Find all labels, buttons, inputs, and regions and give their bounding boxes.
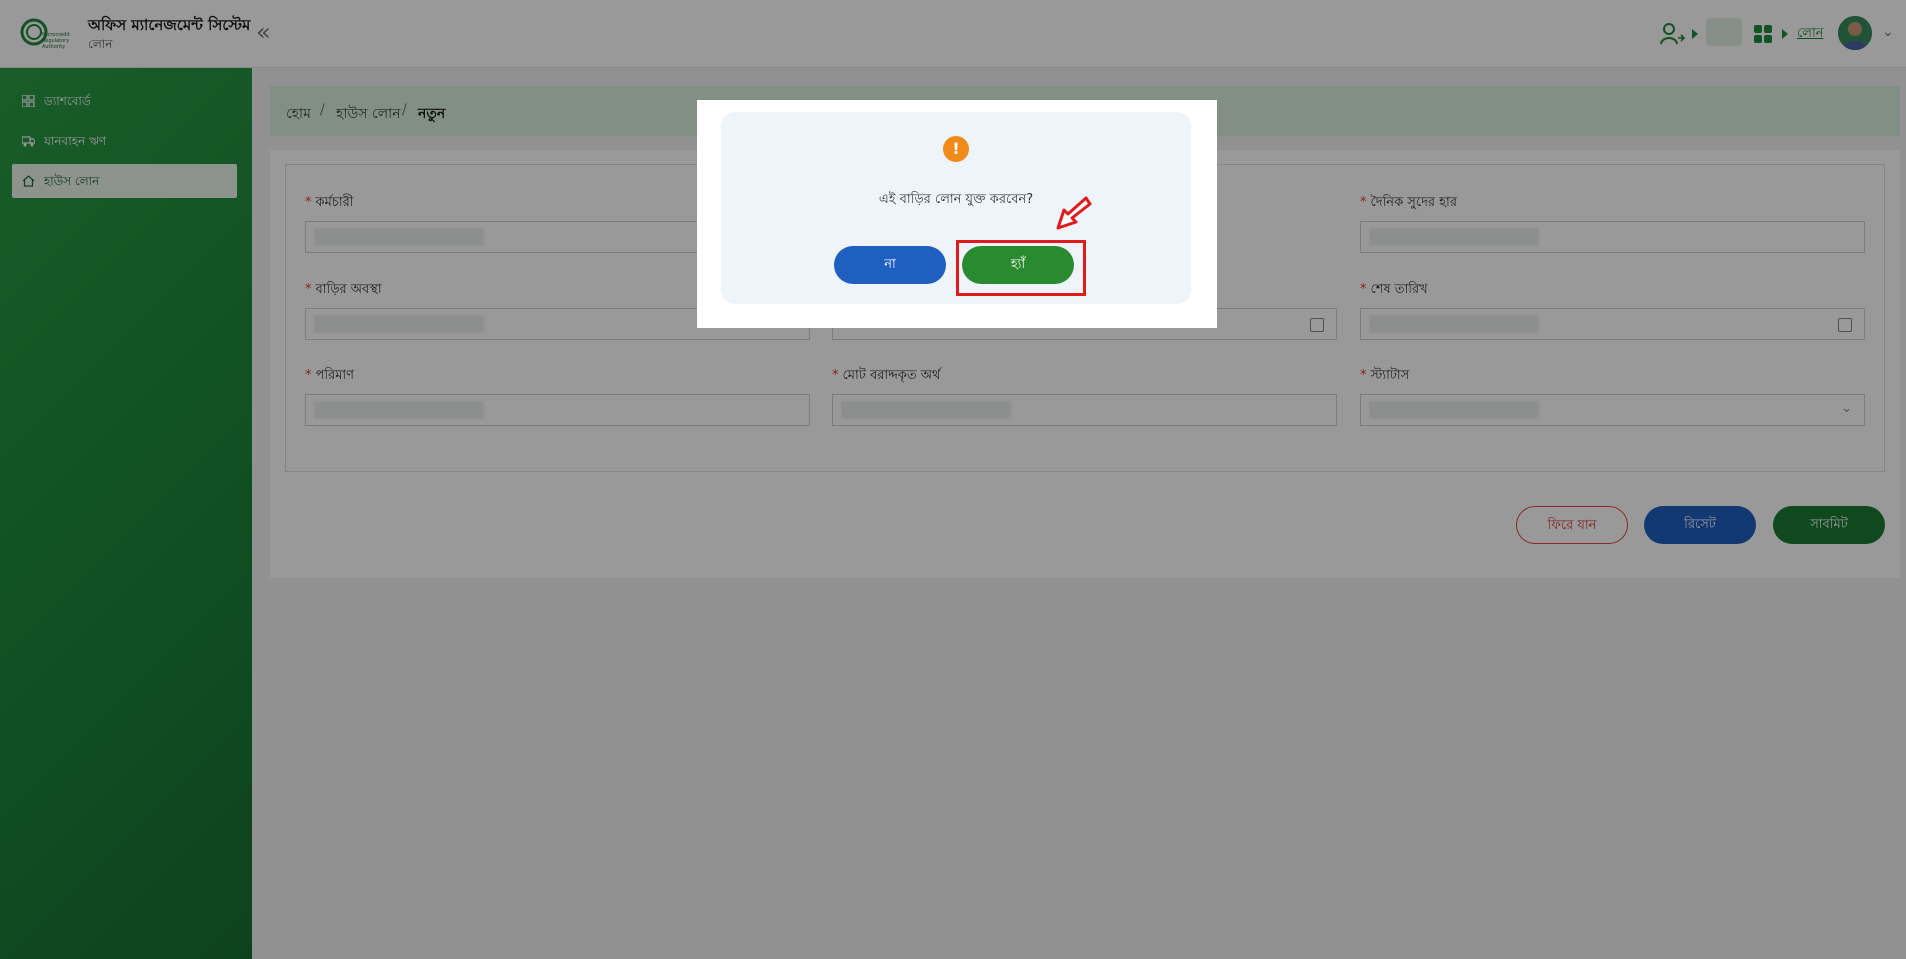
confirm-no-button[interactable]: না xyxy=(834,246,946,284)
confirm-message: এই বাড়ির লোন যুক্ত করবেন? xyxy=(878,192,1034,207)
warning-icon: ! xyxy=(943,136,969,162)
pointer-arrow-icon xyxy=(1056,196,1092,230)
highlight-box xyxy=(956,240,1086,296)
